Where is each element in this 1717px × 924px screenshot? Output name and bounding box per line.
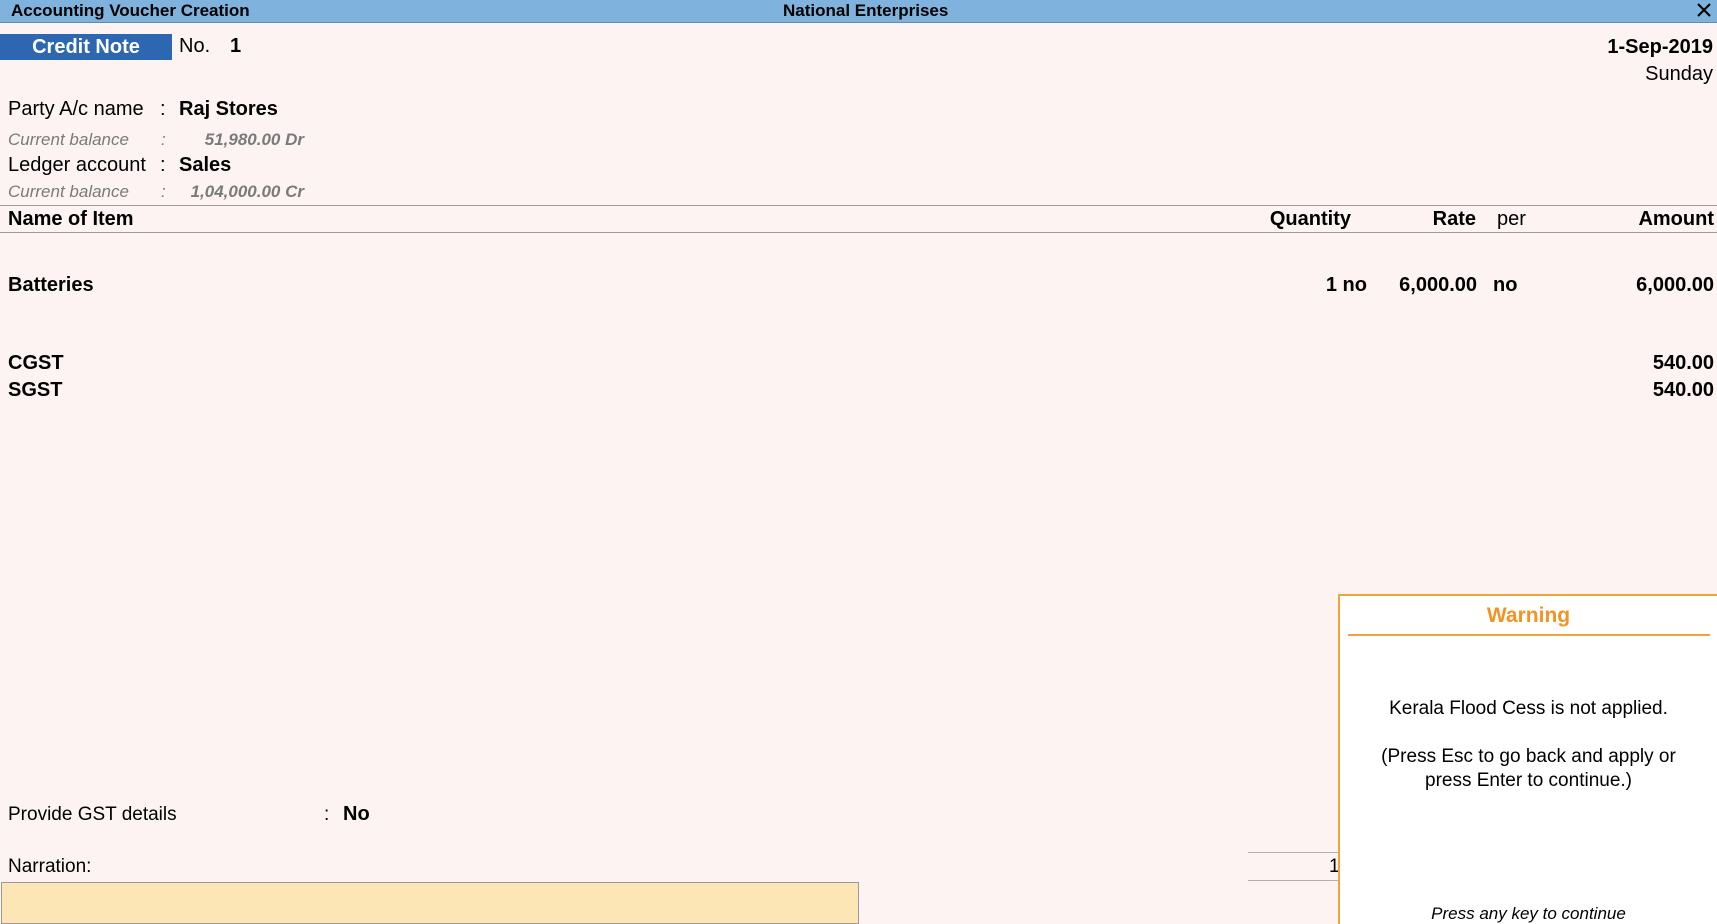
tax-name-cgst[interactable]: CGST (8, 352, 64, 375)
voucher-no-value[interactable]: 1 (230, 35, 241, 58)
tax-name-sgst[interactable]: SGST (8, 379, 62, 402)
ledger-balance-sep: : (161, 182, 166, 201)
warning-footer: Press any key to continue (1431, 904, 1626, 923)
ledger-balance-label: Current balance (8, 182, 129, 201)
party-balance-label: Current balance (8, 130, 129, 149)
col-header-per: per (1497, 208, 1526, 230)
party-balance-sep: : (161, 130, 166, 149)
title-bar: Accounting Voucher Creation National Ent… (0, 0, 1717, 23)
window-title: Accounting Voucher Creation (11, 1, 250, 20)
ledger-balance-value: 1,04,000.00 Cr (190, 182, 304, 201)
gst-details-label: Provide GST details (8, 804, 177, 825)
total-top-line (1248, 852, 1338, 853)
tax-amount-sgst[interactable]: 540.00 (1653, 379, 1714, 402)
warning-message: Kerala Flood Cess is not applied. (1389, 698, 1668, 719)
voucher-type[interactable]: Credit Note (0, 34, 172, 60)
close-icon[interactable] (1695, 0, 1713, 20)
item-name[interactable]: Batteries (8, 274, 94, 297)
warning-dialog[interactable]: Warning Kerala Flood Cess is not applied… (1338, 594, 1717, 924)
gst-details-value[interactable]: No (343, 803, 370, 826)
item-per[interactable]: no (1493, 274, 1517, 297)
tax-amount-cgst[interactable]: 540.00 (1653, 352, 1714, 375)
warning-title: Warning (1486, 604, 1571, 627)
gst-details-sep: : (324, 804, 330, 825)
col-header-rate: Rate (1432, 208, 1476, 230)
narration-input[interactable] (1, 882, 859, 924)
col-header-name: Name of Item (8, 208, 134, 230)
party-sep: : (160, 98, 166, 120)
warning-instruction-line2: press Enter to continue.) (1425, 770, 1632, 791)
col-header-quantity: Quantity (1269, 208, 1351, 230)
total-bottom-line (1248, 880, 1338, 881)
table-header-divider (0, 232, 1717, 233)
col-header-amount: Amount (1638, 208, 1714, 230)
warning-divider (1348, 634, 1710, 636)
ledger-label: Ledger account (8, 154, 146, 176)
party-balance-value: 51,980.00 Dr (204, 130, 304, 149)
company-name: National Enterprises (783, 1, 949, 20)
table-top-divider (0, 205, 1717, 206)
ledger-sep: : (160, 154, 166, 176)
warning-instruction-line1: (Press Esc to go back and apply or (1381, 746, 1676, 767)
voucher-no-label: No. (179, 35, 211, 57)
voucher-date[interactable]: 1-Sep-2019 (1607, 36, 1713, 59)
ledger-value[interactable]: Sales (179, 154, 231, 177)
voucher-day: Sunday (1645, 63, 1713, 85)
item-rate[interactable]: 6,000.00 (1399, 274, 1477, 297)
item-quantity[interactable]: 1 no (1326, 274, 1367, 297)
item-amount[interactable]: 6,000.00 (1636, 274, 1714, 297)
party-value[interactable]: Raj Stores (179, 98, 278, 121)
narration-label: Narration: (8, 856, 92, 877)
party-label: Party A/c name (8, 98, 144, 120)
